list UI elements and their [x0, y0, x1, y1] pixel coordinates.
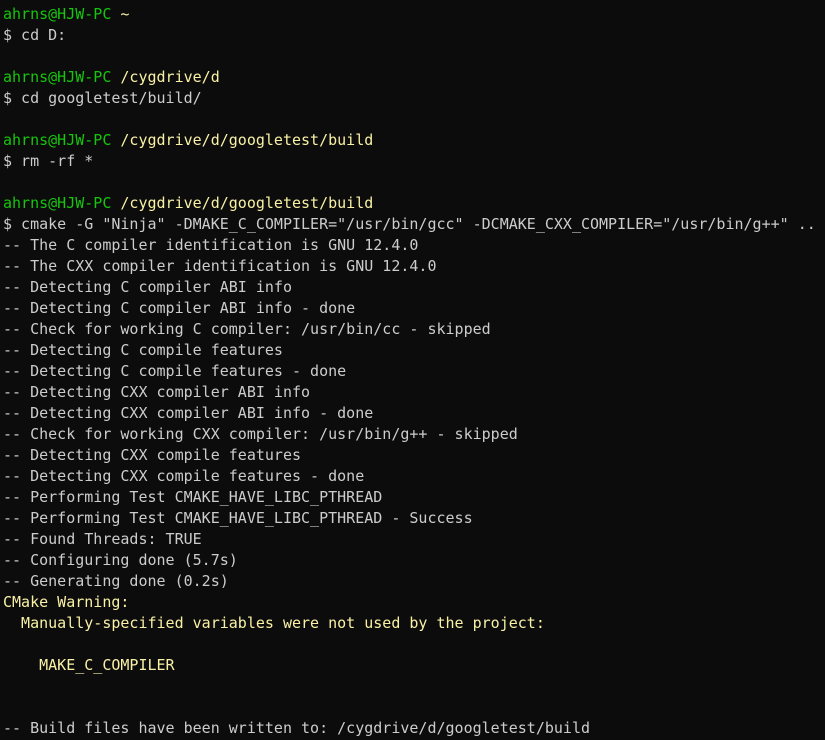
output-line: -- Performing Test CMAKE_HAVE_LIBC_PTHRE… [3, 509, 473, 527]
command-line: $ rm -rf * [3, 152, 94, 170]
prompt-user: ahrns@HJW-PC [3, 131, 112, 149]
output-line: -- Check for working C compiler: /usr/bi… [3, 320, 491, 338]
output-line: -- Configuring done (5.7s) [3, 551, 238, 569]
prompt-path: /cygdrive/d/googletest/build [120, 131, 374, 149]
warning-message: Manually-specified variables were not us… [3, 614, 545, 632]
output-line: -- Generating done (0.2s) [3, 572, 229, 590]
output-line: -- Detecting CXX compile features - done [3, 467, 365, 485]
output-line: -- Detecting CXX compiler ABI info - don… [3, 404, 374, 422]
output-line: -- Performing Test CMAKE_HAVE_LIBC_PTHRE… [3, 488, 383, 506]
output-line: -- Detecting C compile features - done [3, 362, 347, 380]
prompt-user: ahrns@HJW-PC [3, 68, 112, 86]
command-line: $ cd D: [3, 26, 67, 44]
output-line: -- Found Threads: TRUE [3, 530, 202, 548]
prompt-path: /cygdrive/d [120, 68, 220, 86]
build-files-line: -- Build files have been written to: /cy… [3, 719, 590, 737]
prompt-line: ahrns@HJW-PC ~ [3, 4, 129, 25]
prompt-path: ~ [120, 5, 130, 23]
prompt-user: ahrns@HJW-PC [3, 194, 112, 212]
prompt-line: ahrns@HJW-PC /cygdrive/d [3, 67, 220, 88]
prompt-path: /cygdrive/d/googletest/build [120, 194, 374, 212]
warning-variable: MAKE_C_COMPILER [3, 656, 175, 674]
command-line: $ cmake -G "Ninja" -DMAKE_C_COMPILER="/u… [3, 215, 816, 233]
output-line: -- Detecting CXX compile features [3, 446, 302, 464]
output-line: -- Detecting C compiler ABI info - done [3, 299, 356, 317]
terminal-window[interactable]: ahrns@HJW-PC ~ $ cd D: ahrns@HJW-PC /cyg… [0, 0, 825, 740]
output-line: -- Detecting CXX compiler ABI info [3, 383, 311, 401]
prompt-line: ahrns@HJW-PC /cygdrive/d/googletest/buil… [3, 130, 373, 151]
output-line: -- The CXX compiler identification is GN… [3, 257, 437, 275]
output-line: -- Detecting C compile features [3, 341, 283, 359]
command-line: $ cd googletest/build/ [3, 89, 202, 107]
output-line: -- The C compiler identification is GNU … [3, 236, 419, 254]
prompt-line: ahrns@HJW-PC /cygdrive/d/googletest/buil… [3, 193, 373, 214]
output-line: -- Detecting C compiler ABI info [3, 278, 292, 296]
prompt-user: ahrns@HJW-PC [3, 5, 112, 23]
warning-title: CMake Warning: [3, 593, 130, 611]
output-line: -- Check for working CXX compiler: /usr/… [3, 425, 518, 443]
